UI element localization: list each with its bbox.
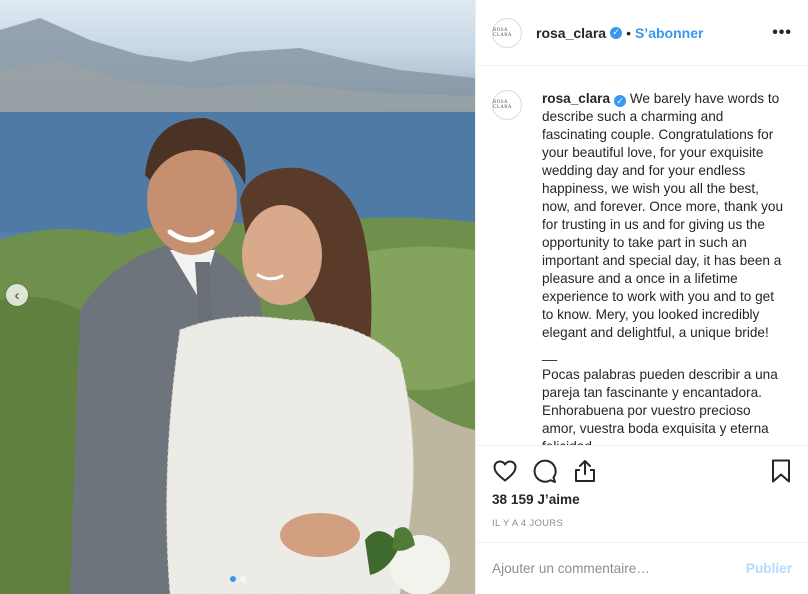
follow-button[interactable]: S’abonner xyxy=(635,25,703,41)
instagram-post: ‹ ROSA CLARA rosa_clara ✓ • S’abonner ••… xyxy=(0,0,808,594)
caption-english: rosa_clara ✓ We barely have words to desc… xyxy=(542,90,787,342)
wedding-photo-illustration xyxy=(0,18,475,594)
likes-count[interactable]: 38 159 J’aime xyxy=(492,492,580,507)
avatar[interactable]: ROSA CLARA xyxy=(492,17,522,48)
post-side-panel: ROSA CLARA rosa_clara ✓ • S’abonner ••• … xyxy=(475,0,808,594)
caption-spanish-text: Pocas palabras pueden describir a una pa… xyxy=(542,367,778,445)
carousel-previous-button[interactable]: ‹ xyxy=(6,284,28,306)
bookmark-icon[interactable] xyxy=(768,458,794,484)
caption-text: rosa_clara ✓ We barely have words to desc… xyxy=(542,90,787,445)
header-username[interactable]: rosa_clara xyxy=(536,25,606,41)
caption-username[interactable]: rosa_clara xyxy=(542,91,610,106)
chevron-left-icon: ‹ xyxy=(14,286,20,304)
verified-badge-icon: ✓ xyxy=(610,26,623,39)
publish-button[interactable]: Publier xyxy=(746,561,792,576)
avatar-logo-text: ROSA CLARA xyxy=(493,100,512,110)
comment-bar: Publier xyxy=(476,542,808,594)
carousel-dot xyxy=(229,576,236,582)
carousel-dots xyxy=(0,576,475,582)
header-separator: • xyxy=(626,24,631,41)
caption-divider: __ xyxy=(542,346,558,361)
post-header: ROSA CLARA rosa_clara ✓ • S’abonner ••• xyxy=(476,0,808,66)
share-icon[interactable] xyxy=(572,458,598,484)
verified-badge-icon: ✓ xyxy=(614,95,627,107)
caption-scroll-area[interactable]: ROSA CLARA rosa_clara ✓ We barely have wo… xyxy=(476,66,808,446)
caption-row: ROSA CLARA rosa_clara ✓ We barely have wo… xyxy=(492,90,792,445)
heart-icon[interactable] xyxy=(492,458,518,484)
comment-icon[interactable] xyxy=(532,458,558,484)
comment-input[interactable] xyxy=(492,561,746,576)
post-timestamp[interactable]: IL Y A 4 JOURS xyxy=(492,518,563,529)
more-options-icon[interactable]: ••• xyxy=(772,24,792,42)
carousel-dot xyxy=(239,576,246,582)
caption-english-text: We barely have words to describe such a … xyxy=(542,91,784,340)
avatar-logo-text: ROSA CLARA xyxy=(493,27,512,38)
post-photo[interactable]: ‹ xyxy=(0,0,475,594)
caption-avatar[interactable]: ROSA CLARA xyxy=(492,90,522,120)
post-actions xyxy=(492,455,794,487)
